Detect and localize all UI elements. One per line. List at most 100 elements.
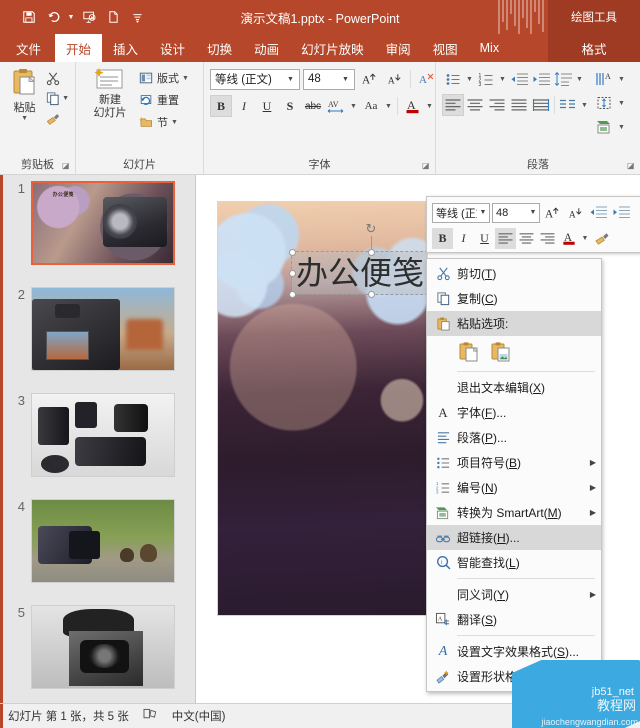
- text-direction-dropdown-icon[interactable]: ▼: [616, 68, 627, 90]
- mini-underline-button[interactable]: U: [474, 228, 495, 249]
- line-spacing-button[interactable]: [552, 68, 574, 90]
- bullets-button[interactable]: [442, 68, 464, 90]
- new-file-icon[interactable]: [102, 6, 124, 28]
- menu-item-numbering[interactable]: 123 编号(N) ▶: [427, 475, 601, 500]
- paste-keep-formatting-icon[interactable]: [457, 340, 481, 364]
- thumbnail-image-4[interactable]: [31, 499, 175, 583]
- justify-button[interactable]: [508, 94, 530, 116]
- align-text-button[interactable]: [594, 92, 616, 114]
- save-icon[interactable]: [18, 6, 40, 28]
- menu-item-cut[interactable]: 剪切(T): [427, 261, 601, 286]
- list-item[interactable]: 2: [15, 287, 175, 371]
- tab-review[interactable]: 审阅: [375, 34, 422, 62]
- notes-icon[interactable]: [143, 708, 158, 724]
- resize-handle-bl[interactable]: [289, 291, 296, 298]
- mini-italic-button[interactable]: I: [453, 228, 474, 249]
- undo-dropdown-icon[interactable]: ▼: [66, 6, 76, 28]
- convert-to-smartart-button[interactable]: [594, 116, 616, 138]
- columns-button[interactable]: [557, 94, 579, 116]
- increase-indent-button[interactable]: [530, 68, 552, 90]
- clipboard-dialog-launcher[interactable]: ◪: [62, 161, 71, 170]
- tab-transitions[interactable]: 切换: [196, 34, 243, 62]
- character-spacing-button[interactable]: AV: [325, 95, 347, 117]
- thumbnail-image-5[interactable]: [31, 605, 175, 689]
- columns-dropdown-icon[interactable]: ▼: [579, 94, 590, 116]
- customize-qat-icon[interactable]: [126, 6, 148, 28]
- thumbnail-image-3[interactable]: [31, 393, 175, 477]
- align-left-button[interactable]: [442, 94, 464, 116]
- menu-item-hyperlink[interactable]: 超链接(H)...: [427, 525, 601, 550]
- list-item[interactable]: 4: [15, 499, 175, 583]
- strikethrough-button[interactable]: abc: [302, 95, 324, 117]
- align-center-button[interactable]: [464, 94, 486, 116]
- section-dropdown-icon[interactable]: ▼: [171, 119, 178, 126]
- mini-align-left-button[interactable]: [495, 227, 516, 249]
- font-name-combo[interactable]: 等线 (正文) ▼: [210, 68, 300, 90]
- thumbnail-image-1[interactable]: 办公便笺: [31, 181, 175, 265]
- reset-button[interactable]: 重置: [138, 90, 189, 110]
- mini-shrink-font-button[interactable]: A: [565, 202, 586, 223]
- mini-align-center-button[interactable]: [516, 228, 537, 249]
- mini-decrease-indent-button[interactable]: [588, 202, 609, 223]
- mini-toolbar[interactable]: 等线 (正文 ▼ 48 ▼ A A B I U: [426, 196, 640, 253]
- menu-item-paste-options[interactable]: 粘贴选项:: [427, 311, 601, 336]
- context-menu[interactable]: 剪切(T) 复制(C) 粘贴选项: 退出文本编辑(X) A 字体(F)... 段: [426, 258, 602, 692]
- resize-handle-bm[interactable]: [368, 291, 375, 298]
- shrink-font-button[interactable]: A: [383, 68, 405, 90]
- font-color-dropdown-icon[interactable]: ▼: [424, 95, 435, 117]
- mini-font-color-button[interactable]: A: [558, 228, 579, 249]
- format-painter-button[interactable]: [45, 110, 69, 127]
- mini-font-size-dropdown-icon[interactable]: ▼: [527, 209, 539, 216]
- menu-item-convert-smartart[interactable]: 转换为 SmartArt(M) ▶: [427, 500, 601, 525]
- tab-design[interactable]: 设计: [149, 34, 196, 62]
- text-direction-button[interactable]: A: [594, 68, 616, 90]
- paragraph-dialog-launcher[interactable]: ◪: [627, 161, 636, 170]
- resize-handle-tm[interactable]: [368, 249, 375, 256]
- mini-increase-indent-button[interactable]: [611, 202, 632, 223]
- copy-dropdown-icon[interactable]: ▼: [62, 95, 69, 102]
- layout-button[interactable]: 版式 ▼: [138, 68, 189, 88]
- character-spacing-dropdown-icon[interactable]: ▼: [348, 95, 359, 117]
- mini-bold-button[interactable]: B: [432, 227, 453, 249]
- paste-picture-icon[interactable]: [489, 340, 513, 364]
- align-text-dropdown-icon[interactable]: ▼: [616, 92, 627, 114]
- resize-handle-tl[interactable]: [289, 249, 296, 256]
- mini-font-size-combo[interactable]: 48 ▼: [492, 202, 540, 223]
- paste-button[interactable]: 粘贴 ▼: [6, 66, 43, 122]
- rotate-handle-icon[interactable]: ↻: [364, 222, 378, 236]
- font-size-combo[interactable]: 48 ▼: [303, 68, 355, 90]
- resize-handle-ml[interactable]: [289, 270, 296, 277]
- font-dialog-launcher[interactable]: ◪: [422, 161, 431, 170]
- thumbnail-image-2[interactable]: [31, 287, 175, 371]
- list-item[interactable]: 1 办公便笺: [15, 181, 175, 265]
- layout-dropdown-icon[interactable]: ▼: [182, 75, 189, 82]
- textbox-text[interactable]: 办公便笺: [296, 254, 424, 292]
- tab-view[interactable]: 视图: [422, 34, 469, 62]
- menu-item-copy[interactable]: 复制(C): [427, 286, 601, 311]
- change-case-button[interactable]: Aa: [360, 95, 382, 117]
- menu-item-synonyms[interactable]: 同义词(Y) ▶: [427, 582, 601, 607]
- tab-animations[interactable]: 动画: [243, 34, 290, 62]
- mini-format-painter-button[interactable]: [591, 228, 612, 249]
- mini-font-name-dropdown-icon[interactable]: ▼: [477, 209, 489, 216]
- undo-icon[interactable]: [42, 6, 64, 28]
- bullets-dropdown-icon[interactable]: ▼: [464, 68, 475, 90]
- menu-item-bullets[interactable]: 项目符号(B) ▶: [427, 450, 601, 475]
- menu-item-font[interactable]: A 字体(F)...: [427, 400, 601, 425]
- change-case-dropdown-icon[interactable]: ▼: [383, 95, 394, 117]
- numbering-dropdown-icon[interactable]: ▼: [497, 68, 508, 90]
- menu-item-format-text-effects[interactable]: A 设置文字效果格式(S)...: [427, 639, 601, 664]
- text-shadow-button[interactable]: S: [279, 95, 301, 117]
- mini-font-color-dropdown-icon[interactable]: ▼: [579, 228, 591, 249]
- mini-font-name-combo[interactable]: 等线 (正文 ▼: [432, 202, 490, 223]
- paste-dropdown-icon[interactable]: ▼: [21, 115, 28, 122]
- list-item[interactable]: 5: [15, 605, 175, 689]
- tab-slideshow[interactable]: 幻灯片放映: [290, 34, 375, 62]
- font-color-button[interactable]: A: [401, 95, 423, 117]
- line-spacing-dropdown-icon[interactable]: ▼: [574, 68, 585, 90]
- bold-button[interactable]: B: [210, 95, 232, 117]
- copy-button[interactable]: ▼: [45, 90, 69, 107]
- language-label[interactable]: 中文(中国): [172, 708, 226, 724]
- tab-insert[interactable]: 插入: [102, 34, 149, 62]
- section-button[interactable]: 节 ▼: [138, 112, 189, 132]
